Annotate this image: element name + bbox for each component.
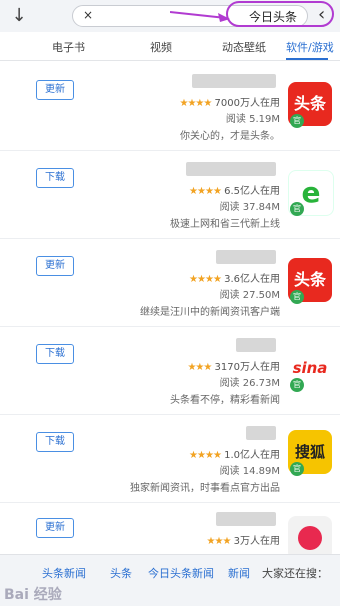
official-badge-icon: 官 — [290, 378, 304, 392]
divider — [0, 502, 340, 503]
update-button[interactable]: 更新 — [36, 80, 74, 100]
highlight-oval — [226, 1, 334, 27]
app-meta: 阅读 5.19M — [225, 114, 280, 125]
app-row-6[interactable]: 更新 ★★★ 3万人在用 — [0, 504, 340, 554]
related-searches-title: 大家还在搜： — [262, 567, 328, 580]
download-arrow-icon[interactable]: ↓ — [8, 5, 30, 27]
related-keyword[interactable]: 今日头条新闻 — [148, 565, 214, 581]
related-keyword[interactable]: 头条 — [110, 565, 132, 581]
app-row-1[interactable]: 更新 ★★★★ 7000万人在用 阅读 5.19M 你关心的，才是头条。 头条 … — [0, 64, 340, 150]
download-button[interactable]: 下载 — [36, 432, 74, 452]
app-icon — [288, 516, 332, 554]
app-desc: 你关心的，才是头条。 — [180, 131, 280, 142]
app-meta: 阅读 37.84M — [219, 202, 280, 213]
app-desc: 独家新闻资讯，时事看点官方出品 — [130, 483, 280, 494]
app-row-2[interactable]: 下载 ★★★★ 6.5亿人在用 阅读 37.84M 极速上网和省三代新上线 e … — [0, 152, 340, 238]
app-rating: ★★★★ 1.0亿人在用 — [189, 450, 280, 461]
divider — [0, 150, 340, 151]
app-desc: 极速上网和省三代新上线 — [170, 219, 280, 230]
tab-ebook[interactable]: 电子书 — [52, 39, 85, 55]
divider — [0, 238, 340, 239]
app-desc: 继续是汪川中的新闻资讯客户端 — [140, 307, 280, 318]
tab-wallpaper[interactable]: 动态壁纸 — [222, 39, 266, 55]
related-keyword[interactable]: 头条新闻 — [42, 565, 86, 581]
app-row-3[interactable]: 更新 ★★★★ 3.6亿人在用 阅读 27.50M 继续是汪川中的新闻资讯客户端… — [0, 240, 340, 326]
official-badge-icon: 官 — [290, 114, 304, 128]
app-meta: 阅读 14.89M — [219, 466, 280, 477]
app-rating: ★★★ 3万人在用 — [206, 536, 280, 547]
app-desc: 头条看不停，精彩看新闻 — [170, 395, 280, 406]
app-name-redacted — [216, 250, 276, 264]
app-rating: ★★★★ 3.6亿人在用 — [189, 274, 280, 285]
category-tabs: 软件/游戏 动态壁纸 视频 电子书 — [0, 32, 340, 61]
clear-icon[interactable]: × — [83, 8, 93, 22]
download-button[interactable]: 下载 — [36, 168, 74, 188]
tab-video[interactable]: 视频 — [150, 39, 172, 55]
app-name-redacted — [216, 512, 276, 526]
divider — [0, 414, 340, 415]
app-rating: ★★★★ 7000万人在用 — [179, 98, 281, 109]
official-badge-icon: 官 — [290, 290, 304, 304]
official-badge-icon: 官 — [290, 202, 304, 216]
download-button[interactable]: 下载 — [36, 344, 74, 364]
related-keyword[interactable]: 新闻 — [228, 565, 250, 581]
app-name-redacted — [246, 426, 276, 440]
app-name-redacted — [186, 162, 276, 176]
pointer-arrow-icon — [170, 11, 230, 22]
update-button[interactable]: 更新 — [36, 518, 74, 538]
app-row-5[interactable]: 下载 ★★★★ 1.0亿人在用 阅读 14.89M 独家新闻资讯，时事看点官方出… — [0, 416, 340, 502]
app-name-redacted — [192, 74, 276, 88]
official-badge-icon: 官 — [290, 462, 304, 476]
app-meta: 阅读 26.73M — [219, 378, 280, 389]
divider — [0, 326, 340, 327]
app-rating: ★★★★ 6.5亿人在用 — [189, 186, 280, 197]
app-meta: 阅读 27.50M — [219, 290, 280, 301]
active-tab-indicator — [286, 58, 328, 60]
tab-software[interactable]: 软件/游戏 — [286, 39, 334, 55]
app-row-4[interactable]: 下载 ★★★ 3170万人在用 阅读 26.73M 头条看不停，精彩看新闻 si… — [0, 328, 340, 414]
update-button[interactable]: 更新 — [36, 256, 74, 276]
app-name-redacted — [236, 338, 276, 352]
watermark: Bai 经验 — [4, 587, 62, 603]
app-rating: ★★★ 3170万人在用 — [187, 362, 280, 373]
